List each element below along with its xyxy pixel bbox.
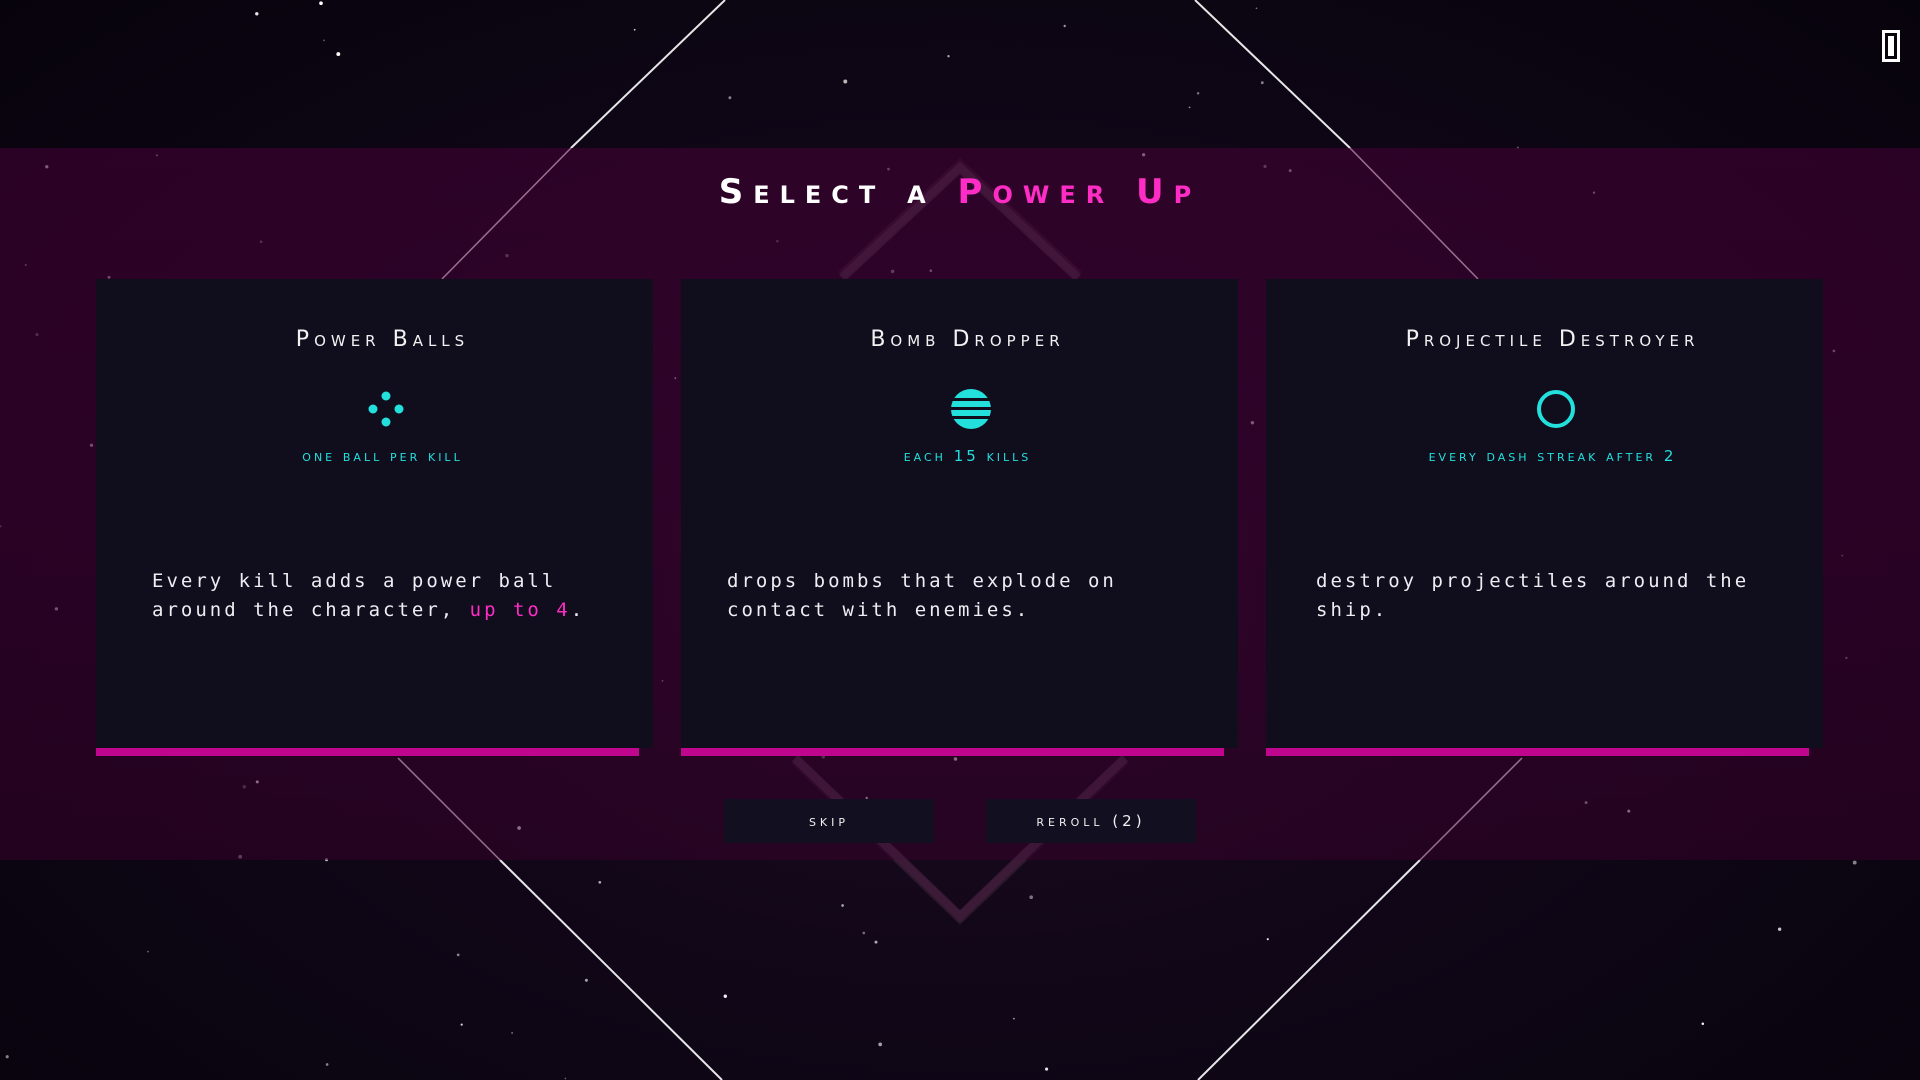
title-prefix: Select a	[718, 172, 936, 212]
card-trigger: every dash streak after 2	[1428, 447, 1677, 465]
skip-button[interactable]: skip	[724, 799, 934, 843]
card-trigger: one ball per kill	[302, 447, 463, 465]
desc-text: destroy projectiles around the ship.	[1316, 570, 1750, 621]
card-title: Bomb Dropper	[870, 327, 1065, 352]
powerup-card-bomb-dropper[interactable]: Bomb Dropper each 15 kills drops bombs t…	[681, 279, 1238, 756]
powerup-card-projectile-destroyer[interactable]: Projectile Destroyer every dash streak a…	[1266, 279, 1823, 756]
card-title: Power Balls	[295, 327, 470, 352]
game-screen: Select a Power Up Power Balls one ball p…	[0, 0, 1920, 1080]
four-dots-icon	[368, 391, 404, 427]
desc-text: drops bombs that explode on contact with…	[727, 570, 1117, 621]
desc-end: .	[570, 599, 586, 621]
card-title: Projectile Destroyer	[1405, 327, 1700, 352]
card-description: Every kill adds a power ball around the …	[152, 567, 622, 625]
pause-bar-icon[interactable]	[1882, 30, 1902, 62]
powerup-card-power-balls[interactable]: Power Balls one ball per kill Every kill…	[96, 279, 653, 756]
title-accent: Power Up	[957, 172, 1202, 212]
striped-bomb-icon	[951, 389, 991, 429]
card-description: drops bombs that explode on contact with…	[727, 567, 1197, 625]
page-title: Select a Power Up	[0, 172, 1920, 212]
reroll-button[interactable]: reroll (2)	[986, 799, 1196, 843]
card-description: destroy projectiles around the ship.	[1316, 567, 1786, 625]
card-trigger: each 15 kills	[903, 447, 1032, 465]
ring-icon	[1537, 390, 1575, 428]
desc-highlight: up to 4	[469, 599, 571, 621]
